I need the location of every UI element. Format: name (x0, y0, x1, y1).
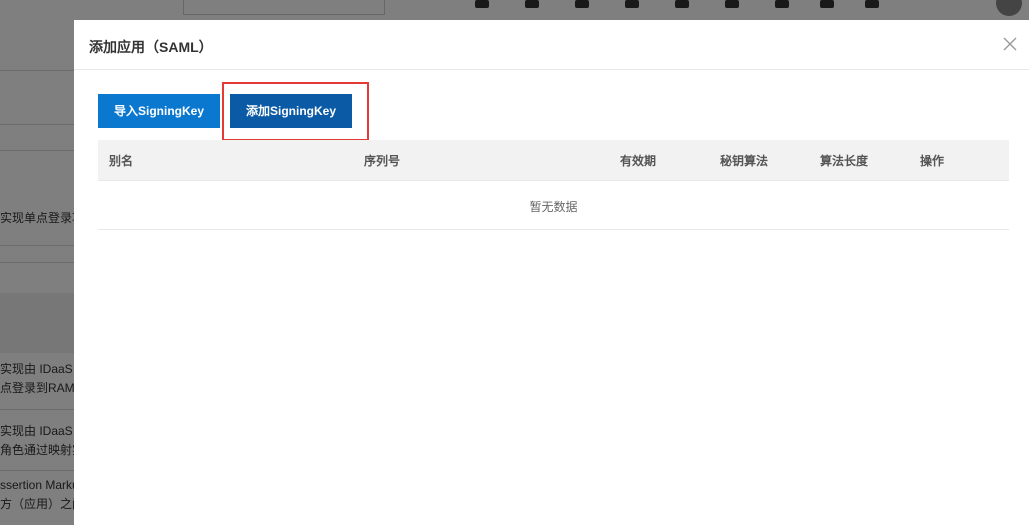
column-header-key-length: 算法长度 (820, 154, 869, 168)
drawer-header: 添加应用（SAML） (74, 20, 1029, 70)
column-header-alias: 别名 (109, 154, 134, 168)
column-header-validity: 有效期 (620, 154, 657, 168)
table-header: 别名 序列号 有效期 秘钥算法 算法长度 操作 (98, 140, 1009, 181)
import-signingkey-button[interactable]: 导入SigningKey (98, 94, 220, 128)
table-empty-row: 暂无数据 (98, 181, 1009, 230)
empty-state-text: 暂无数据 (529, 200, 578, 214)
close-icon[interactable] (1003, 37, 1017, 51)
add-app-drawer: 添加应用（SAML） 导入SigningKey 添加SigningKey 别名 … (74, 20, 1029, 525)
column-header-algorithm: 秘钥算法 (720, 154, 769, 168)
signingkey-table: 别名 序列号 有效期 秘钥算法 算法长度 操作 暂无数据 (98, 140, 1009, 230)
column-header-serial: 序列号 (364, 154, 401, 168)
highlight-box (222, 82, 369, 141)
column-header-actions: 操作 (920, 154, 945, 168)
drawer-title: 添加应用（SAML） (89, 39, 213, 55)
